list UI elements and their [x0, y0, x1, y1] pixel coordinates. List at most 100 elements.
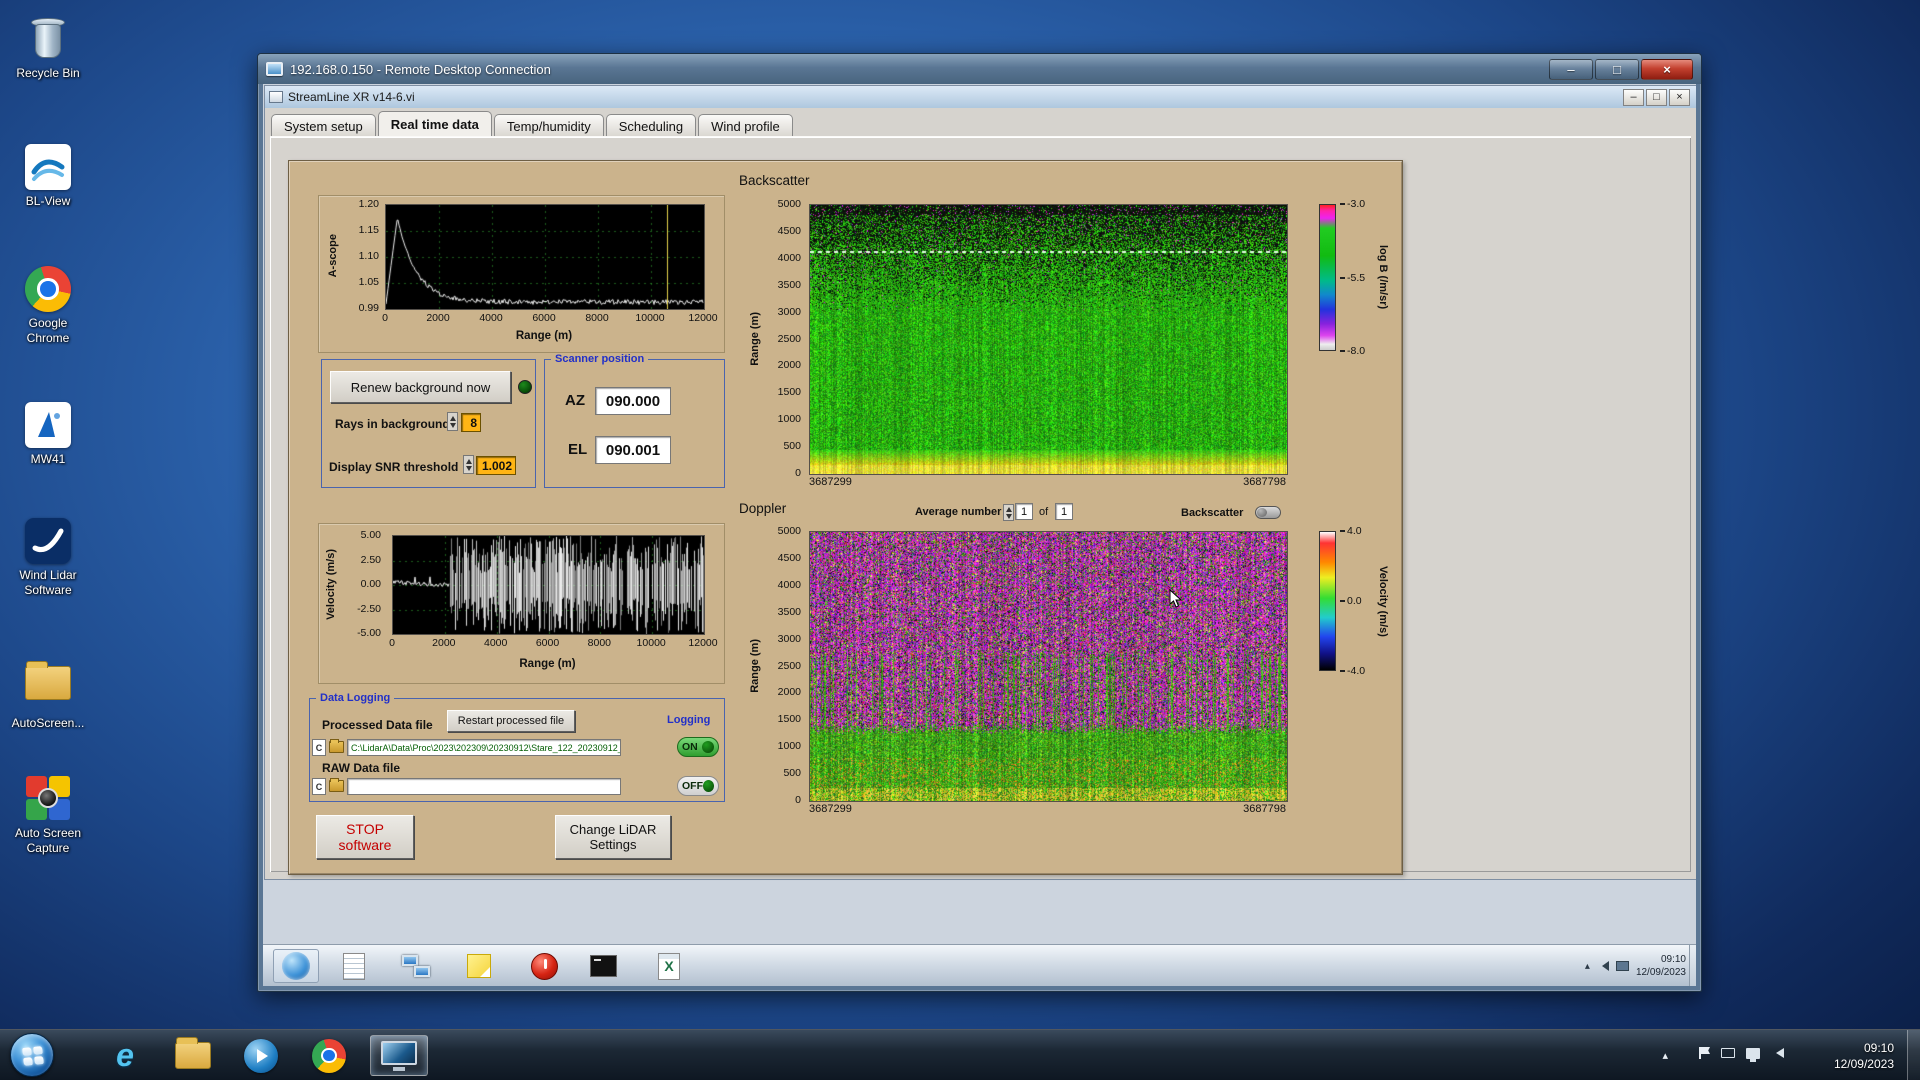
snr-value-field[interactable]: 1.002 — [476, 456, 516, 475]
app-close-button[interactable]: × — [1669, 89, 1690, 106]
remote-taskbar-browser[interactable] — [273, 949, 319, 983]
host-date: 12/09/2023 — [1834, 1057, 1894, 1073]
velocity-x-axis-label: Range (m) — [392, 658, 703, 670]
app-window: StreamLine XR v14-6.vi – □ × System setu… — [264, 85, 1696, 880]
tick-label: -4.0 — [1340, 665, 1365, 677]
desktop-icon-mw41[interactable]: MW41 — [6, 402, 90, 467]
rdp-maximize-button[interactable]: □ — [1595, 59, 1639, 80]
action-center-flag-icon[interactable] — [1699, 1047, 1710, 1059]
input-indicator-icon[interactable] — [1721, 1048, 1735, 1058]
remote-taskbar-notepad[interactable] — [331, 949, 377, 983]
doppler-y-ticks: 5000450040003500300025002000150010005000 — [765, 531, 803, 800]
doppler-x-start: 3687299 — [809, 803, 852, 815]
tab-real-time-data[interactable]: Real time data — [378, 111, 492, 136]
az-value-field[interactable]: 090.000 — [595, 387, 671, 415]
tab-scheduling[interactable]: Scheduling — [606, 114, 696, 137]
start-button[interactable] — [10, 1033, 54, 1077]
doppler-heatmap-canvas — [809, 531, 1288, 802]
host-time: 09:10 — [1834, 1041, 1894, 1057]
processed-drive-badge[interactable]: C — [312, 739, 326, 756]
tab-system-setup[interactable]: System setup — [271, 114, 376, 137]
renew-background-button[interactable]: Renew background now — [330, 371, 511, 403]
restart-processed-file-button[interactable]: Restart processed file — [447, 710, 575, 732]
processed-browse-folder-icon[interactable] — [329, 741, 344, 753]
mouse-cursor — [1169, 589, 1183, 609]
taskbar-media-player[interactable] — [232, 1035, 290, 1076]
raw-browse-folder-icon[interactable] — [329, 780, 344, 792]
backscatter-colorbar-ticks: -3.0-5.5-8.0 — [1338, 204, 1374, 351]
app-minimize-button[interactable]: – — [1623, 89, 1644, 106]
average-total-field[interactable]: 1 — [1055, 503, 1073, 520]
app-maximize-button[interactable]: □ — [1646, 89, 1667, 106]
raw-drive-badge[interactable]: C — [312, 778, 326, 795]
tick-label: 1.05 — [359, 276, 379, 288]
desktop-icon-auto-screen-capture[interactable]: Auto Screen Capture — [6, 776, 90, 856]
doppler-x-ticks: 3687299 3687798 — [809, 803, 1286, 815]
tray-chevron-up-icon[interactable]: ▴ — [1662, 1049, 1668, 1062]
average-number-spinner[interactable] — [1003, 504, 1014, 521]
app-titlebar[interactable]: StreamLine XR v14-6.vi – □ × — [265, 86, 1696, 108]
volume-icon[interactable] — [1597, 961, 1609, 971]
power-button-icon — [531, 953, 558, 980]
volume-icon[interactable] — [1771, 1048, 1784, 1058]
snr-spinner[interactable] — [463, 455, 474, 474]
tick-label: 4000 — [778, 579, 801, 591]
renew-background-led — [518, 380, 532, 394]
remote-taskbar-cmd[interactable] — [580, 949, 626, 983]
rdp-titlebar[interactable]: 192.168.0.150 - Remote Desktop Connectio… — [258, 54, 1701, 84]
processed-logging-toggle[interactable]: ON — [677, 737, 719, 757]
desktop-icon-label: Recycle Bin — [6, 66, 90, 81]
backscatter-title: Backscatter — [739, 173, 810, 188]
vi-icon — [269, 91, 283, 103]
el-value-field[interactable]: 090.001 — [595, 436, 671, 464]
rdp-minimize-button[interactable]: – — [1549, 59, 1593, 80]
tick-label: 0.00 — [361, 578, 381, 590]
desktop-icon-wind-lidar[interactable]: Wind Lidar Software — [6, 518, 90, 598]
tick-label: 6000 — [532, 312, 555, 324]
rdp-close-button[interactable]: × — [1641, 59, 1693, 80]
average-number-field[interactable]: 1 — [1015, 503, 1033, 520]
taskbar-chrome[interactable] — [300, 1035, 358, 1076]
remote-taskbar-spreadsheet[interactable]: X — [646, 949, 692, 983]
tick-label: 5000 — [778, 525, 801, 537]
desktop-icon-autoscreen[interactable]: AutoScreen... — [6, 658, 90, 731]
processed-path-field[interactable]: C:\LidarA\Data\Proc\2023\202309\20230912… — [347, 739, 621, 756]
host-clock[interactable]: 09:10 12/09/2023 — [1834, 1041, 1894, 1072]
tick-label: 2000 — [778, 686, 801, 698]
remote-taskbar-power[interactable] — [521, 949, 567, 983]
taskbar-explorer[interactable] — [164, 1035, 222, 1076]
rays-value-field[interactable]: 8 — [461, 413, 481, 432]
tick-label: 10000 — [635, 312, 664, 324]
backscatter-toggle-switch[interactable] — [1255, 506, 1281, 519]
average-number-label: Average number — [915, 506, 1001, 518]
tick-label: 12000 — [688, 312, 717, 324]
tick-label: 4500 — [778, 552, 801, 564]
tab-page: A-scope 1.201.151.101.050.99 02000400060… — [270, 136, 1691, 872]
remote-clock[interactable]: 09:10 12/09/2023 — [1636, 953, 1686, 979]
doppler-colorbar-ticks: 4.00.0-4.0 — [1338, 531, 1374, 671]
show-desktop-button[interactable] — [1907, 1030, 1920, 1080]
remote-show-desktop-button[interactable] — [1689, 945, 1696, 986]
taskbar-internet-explorer[interactable]: e — [96, 1035, 154, 1076]
tick-label: 3500 — [778, 606, 801, 618]
tab-temp-humidity[interactable]: Temp/humidity — [494, 114, 604, 137]
remote-taskbar-network[interactable] — [393, 949, 439, 983]
network-icon[interactable] — [1746, 1048, 1760, 1059]
scanner-position-title: Scanner position — [551, 353, 648, 365]
network-icon[interactable] — [1616, 961, 1629, 971]
tick-label: 2.50 — [361, 554, 381, 566]
desktop-icon-google-chrome[interactable]: Google Chrome — [6, 266, 90, 346]
velocity-y-axis-label: Velocity (m/s) — [323, 535, 339, 633]
taskbar-remote-desktop[interactable] — [370, 1035, 428, 1076]
tick-label: 1500 — [778, 386, 801, 398]
raw-path-field[interactable] — [347, 778, 621, 795]
stop-software-button[interactable]: STOP software — [316, 815, 414, 859]
chevron-up-icon[interactable]: ▴ — [1585, 961, 1590, 972]
desktop-icon-bl-view[interactable]: BL-View — [6, 144, 90, 209]
rays-spinner[interactable] — [447, 412, 458, 431]
desktop-icon-recycle-bin[interactable]: Recycle Bin — [6, 16, 90, 81]
remote-taskbar-sticky-notes[interactable] — [456, 949, 502, 983]
change-lidar-settings-button[interactable]: Change LiDAR Settings — [555, 815, 671, 859]
tab-wind-profile[interactable]: Wind profile — [698, 114, 793, 137]
raw-logging-toggle[interactable]: OFF — [677, 776, 719, 796]
